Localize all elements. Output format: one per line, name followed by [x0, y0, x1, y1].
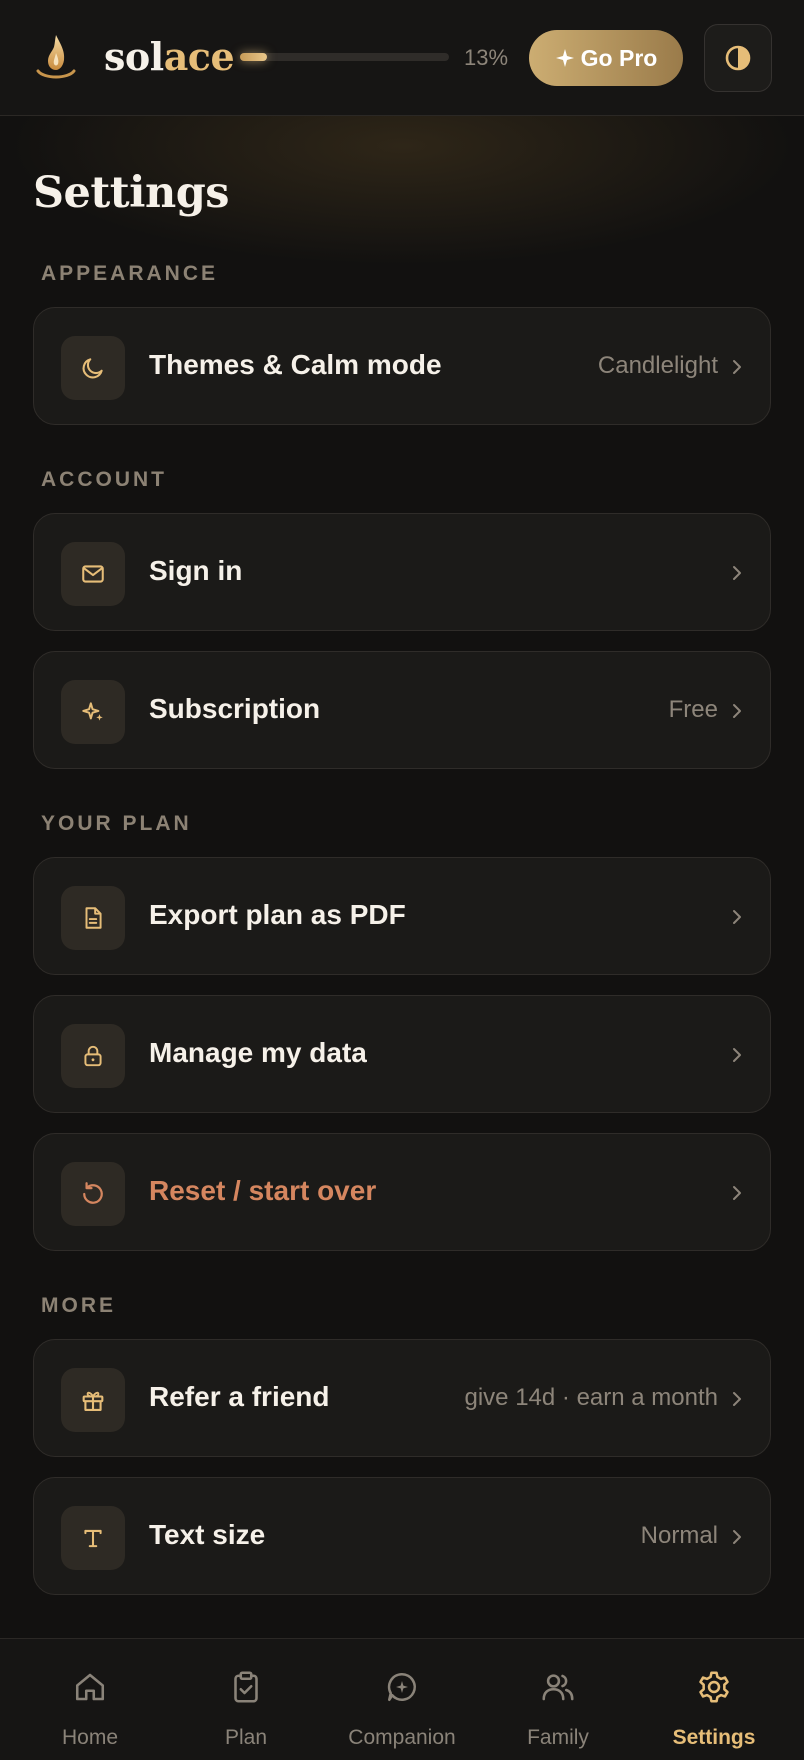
item-value: give 14d · earn a month: [464, 1384, 719, 1411]
document-icon: [85, 907, 102, 929]
chevron-right-icon: [733, 704, 741, 718]
icon-box: [61, 680, 125, 744]
progress-text: 13%: [464, 45, 509, 70]
nav-label: Family: [527, 1726, 589, 1749]
progress-fill: [240, 53, 268, 61]
icon-box: [61, 886, 125, 950]
item-label: Sign in: [149, 555, 243, 586]
sparkle-icon: [555, 49, 574, 67]
section-label-appearance: APPEARANCE: [41, 262, 219, 285]
chevron-right-icon: [733, 1392, 741, 1406]
brand-prefix: sol: [104, 34, 164, 79]
nav-item-companion[interactable]: Companion: [324, 1639, 480, 1760]
settings-item-reset[interactable]: Reset / start over: [33, 1133, 771, 1251]
item-label: Text size: [149, 1519, 266, 1550]
chevron-right-icon: [733, 360, 741, 374]
go-pro-button[interactable]: Go Pro: [529, 30, 683, 86]
reset-icon: [83, 1182, 103, 1204]
section-label-account: ACCOUNT: [41, 468, 167, 491]
item-label: Reset / start over: [149, 1175, 377, 1206]
nav-label: Settings: [672, 1726, 756, 1749]
icon-box: [61, 1506, 125, 1570]
item-label: Subscription: [149, 693, 321, 724]
nav-item-plan[interactable]: Plan: [168, 1639, 324, 1760]
chat-sparkle-icon: [387, 1672, 416, 1702]
gear-icon: [699, 1671, 729, 1703]
brand-wordmark: solace: [104, 34, 235, 79]
item-label: Refer a friend: [149, 1381, 330, 1412]
settings-item-themes[interactable]: Themes & Calm mode Candlelight: [33, 307, 771, 425]
lock-icon: [84, 1045, 102, 1067]
icon-box: [61, 336, 125, 400]
chevron-right-icon: [733, 566, 741, 580]
bottom-nav: Home Plan Companion Family Settings: [0, 1638, 804, 1760]
nav-item-settings[interactable]: Settings: [636, 1639, 792, 1760]
chevron-right-icon: [733, 1048, 741, 1062]
nav-item-family[interactable]: Family: [480, 1639, 636, 1760]
section-label-your-plan: YOUR PLAN: [41, 812, 192, 835]
settings-item-sign-in[interactable]: Sign in: [33, 513, 771, 631]
page-title: Settings: [33, 168, 230, 218]
item-value: Normal: [640, 1522, 718, 1549]
progress-bar: [240, 53, 449, 61]
contrast-icon: [725, 45, 751, 71]
users-icon: [542, 1674, 574, 1701]
chevron-right-icon: [733, 1530, 741, 1544]
nav-item-home[interactable]: Home: [12, 1639, 168, 1760]
settings-item-subscription[interactable]: Subscription Free: [33, 651, 771, 769]
section-label-more: MORE: [41, 1294, 116, 1317]
type-icon: [84, 1529, 102, 1548]
icon-box: [61, 542, 125, 606]
settings-item-refer[interactable]: Refer a friend give 14d · earn a month: [33, 1339, 771, 1457]
item-label: Export plan as PDF: [149, 899, 406, 930]
icon-box: [61, 1162, 125, 1226]
theme-toggle-button[interactable]: [704, 24, 772, 92]
app-header: solace 13% Go Pro: [0, 0, 804, 116]
clipboard-icon: [234, 1671, 258, 1703]
nav-label: Home: [61, 1726, 119, 1749]
icon-box: [61, 1368, 125, 1432]
settings-item-manage-data[interactable]: Manage my data: [33, 995, 771, 1113]
item-value: Free: [668, 696, 718, 723]
nav-label: Companion: [348, 1726, 456, 1749]
item-label: Themes & Calm mode: [149, 349, 442, 380]
gift-icon: [82, 1391, 104, 1411]
brand-suffix: ace: [163, 34, 235, 79]
item-label: Manage my data: [149, 1037, 367, 1068]
chevron-right-icon: [733, 910, 741, 924]
go-pro-label: Go Pro: [580, 44, 658, 71]
moon-icon: [82, 358, 103, 379]
home-icon: [75, 1673, 105, 1701]
nav-label: Plan: [224, 1726, 268, 1749]
mail-icon: [82, 565, 104, 583]
flame-logo-icon: [36, 35, 76, 79]
sparkles-icon: [82, 702, 103, 721]
settings-item-text-size[interactable]: Text size Normal: [33, 1477, 771, 1595]
chevron-right-icon: [733, 1186, 741, 1200]
icon-box: [61, 1024, 125, 1088]
item-value: Candlelight: [597, 352, 718, 379]
settings-item-export-pdf[interactable]: Export plan as PDF: [33, 857, 771, 975]
